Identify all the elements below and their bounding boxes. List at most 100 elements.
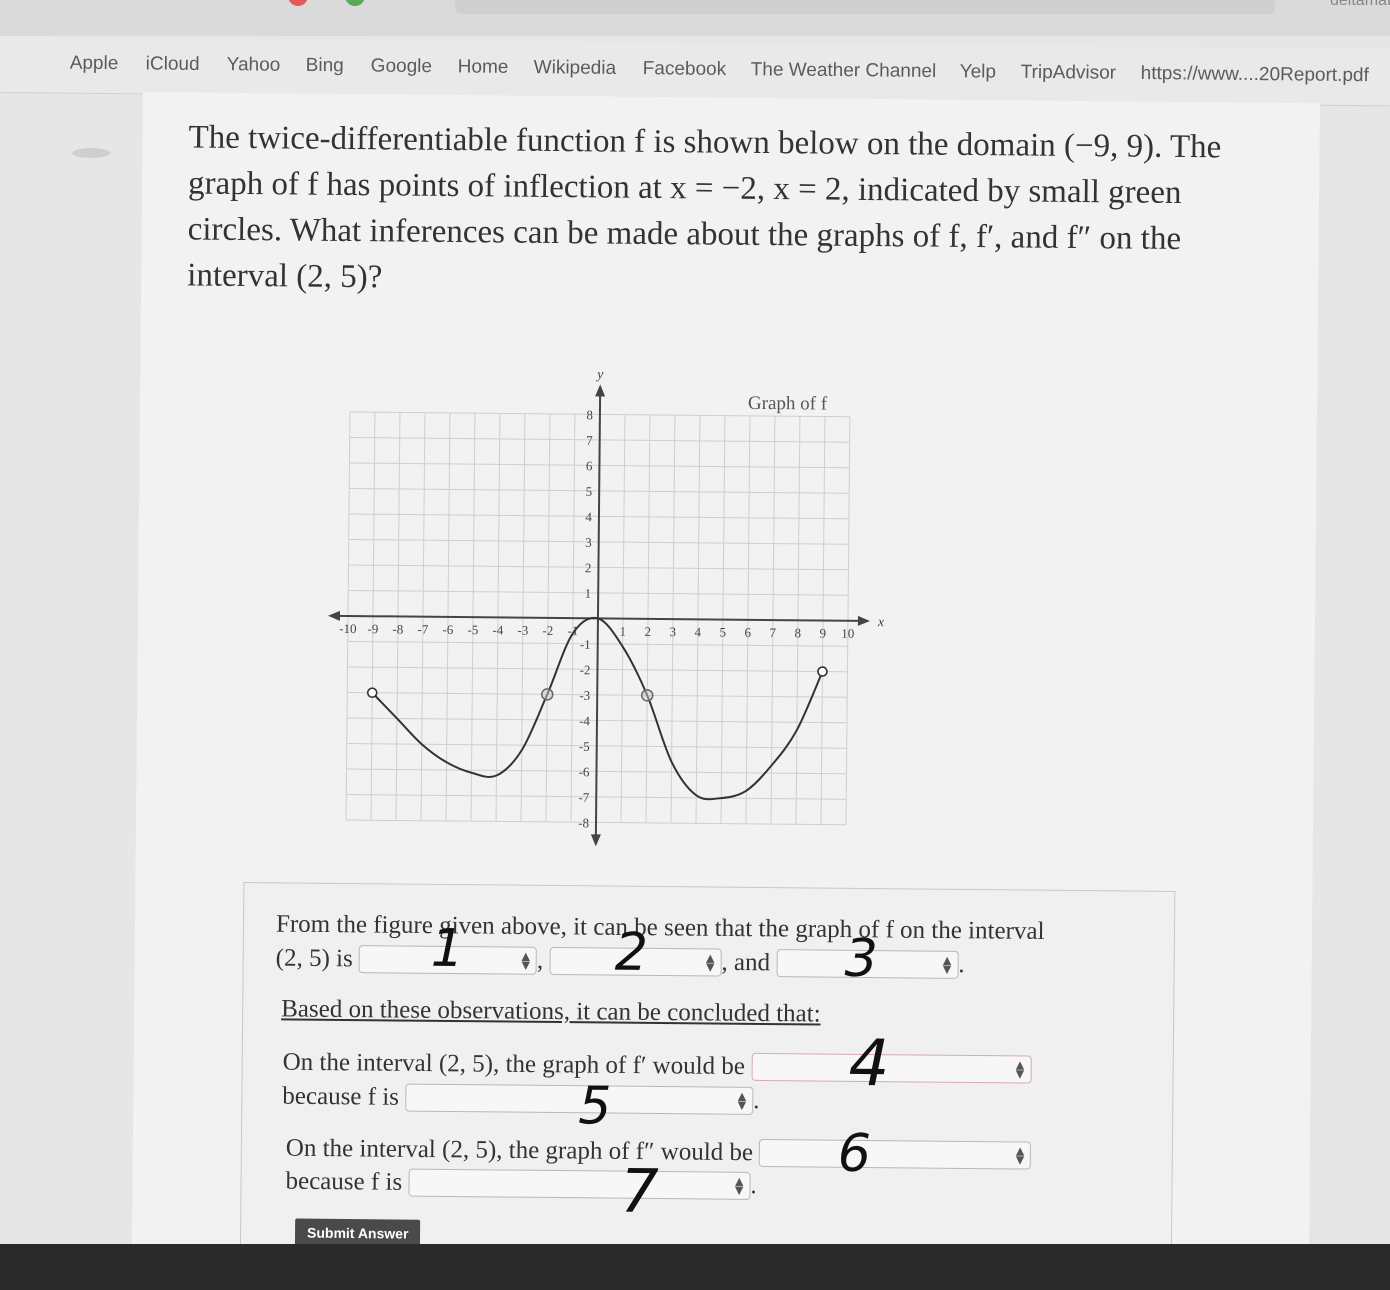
url-text: deltamath.com: [1330, 0, 1390, 9]
y-tick-label: 8: [586, 407, 593, 422]
y-tick-label: -3: [579, 688, 590, 703]
select-arrows-icon: ▲ ▼: [737, 1090, 747, 1113]
y-tick-label: 3: [585, 535, 592, 550]
monitor-bezel: [0, 1244, 1390, 1290]
y-tick-label: -2: [580, 662, 591, 677]
bookmark-tripadvisor[interactable]: TripAdvisor: [1021, 62, 1117, 85]
period-text: .: [958, 951, 965, 979]
select-arrows-icon: ▲ ▼: [942, 953, 952, 977]
y-tick-label: 6: [586, 458, 593, 473]
x-tick-label: 9: [820, 626, 827, 641]
bookmark-bing[interactable]: Bing: [306, 55, 344, 77]
address-bar[interactable]: deltamath.com: [455, 0, 1390, 14]
bookmark-facebook[interactable]: Facebook: [643, 58, 727, 81]
observation-prompt-text: From the figure given above, it can be s…: [275, 910, 1045, 945]
y-tick-label: -6: [579, 764, 590, 779]
bookmark-google[interactable]: Google: [371, 56, 432, 79]
x-tick-label: 7: [770, 625, 777, 640]
bookmark-report-pdf[interactable]: https://www....20Report.pdf: [1141, 63, 1369, 87]
open-endpoint: [366, 687, 378, 699]
x-axis-arrow-left: [327, 610, 341, 621]
handwritten-number-7: 7: [620, 1156, 659, 1227]
bookmark-icloud[interactable]: iCloud: [146, 53, 200, 76]
select-arrows-icon: ▲ ▼: [1015, 1058, 1025, 1081]
handwritten-number-5: 5: [577, 1076, 612, 1137]
x-tick-label: -6: [442, 622, 453, 637]
y-tick-label: 5: [586, 484, 593, 499]
fdouble-because-text: because f is: [285, 1167, 403, 1196]
y-axis-label: y: [595, 367, 604, 382]
fprime-text: On the interval (2, 5), the graph of f′ …: [282, 1048, 746, 1081]
question-text: The twice-differentiable function f is s…: [187, 119, 1222, 296]
x-tick-label: 2: [645, 624, 652, 639]
fprime-because-line: because f is ▲ ▼.: [282, 1081, 760, 1116]
y-tick-label: 2: [585, 560, 592, 575]
handwritten-number-4: 4: [848, 1026, 890, 1102]
x-axis-arrow-right: [857, 615, 870, 626]
and-text: , and: [721, 948, 771, 977]
select-arrows-icon: ▲ ▼: [705, 951, 715, 974]
select-arrows-icon: ▲ ▼: [521, 949, 531, 973]
period-text: .: [753, 1087, 760, 1115]
comma-text: ,: [536, 947, 544, 975]
select-arrows-icon: ▲ ▼: [734, 1174, 744, 1198]
period-text: .: [750, 1172, 757, 1200]
x-axis-label: x: [877, 615, 885, 630]
browser-tab-strip: deltamath.com: [0, 0, 1390, 36]
x-tick-label: 3: [670, 624, 677, 639]
fprime-because-text: because f is: [282, 1082, 400, 1111]
handwritten-number-1: 1: [430, 918, 465, 980]
function-graph: -10 -9 -8 -7 -6 -5 -4 -3 -2 -1 1 2 3 4 5 6 7 8 9 10 8 7 6 5 4 3 2 1…: [316, 366, 891, 856]
bookmark-wikipedia[interactable]: Wikipedia: [534, 57, 617, 80]
x-tick-label: 1: [620, 624, 627, 639]
fdouble-select[interactable]: ▲ ▼: [759, 1139, 1032, 1170]
x-tick-label: 6: [745, 625, 752, 640]
problem-page: The twice-differentiable function f is s…: [131, 92, 1320, 1264]
tab-close-red-icon[interactable]: [288, 0, 308, 6]
observation-prompt: From the figure given above, it can be s…: [276, 909, 1045, 946]
y-tick-label: -8: [578, 815, 589, 830]
y-tick-label: 7: [586, 433, 593, 448]
x-tick-label: -8: [392, 621, 403, 636]
screen-smudge: [72, 148, 110, 158]
conclusion-label: Based on these observations, it can be c…: [281, 995, 821, 1028]
handwritten-number-2: 2: [614, 922, 649, 983]
bookmark-yelp[interactable]: Yelp: [960, 61, 996, 83]
bookmark-apple[interactable]: Apple: [70, 53, 119, 75]
bookmark-yahoo[interactable]: Yahoo: [227, 54, 281, 77]
graph-of-f-chart: -10 -9 -8 -7 -6 -5 -4 -3 -2 -1 1 2 3 4 5 6 7 8 9 10 8 7 6 5 4 3 2 1…: [327, 367, 885, 847]
inflection-point: [540, 688, 554, 701]
select-arrows-icon: ▲ ▼: [1015, 1144, 1025, 1167]
handwritten-number-3: 3: [844, 928, 879, 990]
fprime-select[interactable]: ▲ ▼: [751, 1053, 1032, 1084]
fdouble-text: On the interval (2, 5), the graph of f″ …: [285, 1134, 754, 1167]
x-tick-label: -9: [367, 621, 378, 636]
handwritten-number-6: 6: [837, 1123, 872, 1185]
interval-label: (2, 5) is: [275, 944, 353, 973]
y-tick-label: 1: [585, 586, 592, 601]
x-tick-label: 10: [841, 626, 854, 641]
fprime-line: On the interval (2, 5), the graph of f′ …: [282, 1047, 1032, 1084]
y-tick-label: -5: [579, 739, 590, 754]
y-tick-label: 4: [585, 509, 592, 524]
fdouble-because-line: because f is ▲ ▼.: [285, 1166, 757, 1201]
y-axis-arrow-up: [595, 384, 606, 397]
x-tick-label: -1: [567, 623, 578, 638]
x-tick-label: -10: [339, 621, 356, 636]
bookmark-home[interactable]: Home: [458, 56, 509, 78]
x-tick-label: -5: [467, 622, 478, 637]
inflection-point: [640, 689, 654, 702]
x-tick-label: -3: [517, 623, 528, 638]
chart-title: Graph of f: [748, 393, 828, 415]
answer-form: From the figure given above, it can be s…: [239, 882, 1176, 1263]
y-tick-label: -1: [580, 637, 591, 652]
fdouble-reason-select[interactable]: ▲ ▼: [408, 1168, 751, 1201]
x-tick-label: 4: [695, 624, 702, 639]
bookmark-weather-channel[interactable]: The Weather Channel: [751, 59, 937, 83]
x-tick-label: -4: [492, 622, 503, 637]
x-tick-label: -2: [542, 623, 553, 638]
x-tick-label: 8: [795, 625, 802, 640]
tab-green-icon[interactable]: [345, 0, 365, 6]
x-tick-label: -7: [417, 622, 428, 637]
y-tick-label: -4: [579, 713, 590, 728]
